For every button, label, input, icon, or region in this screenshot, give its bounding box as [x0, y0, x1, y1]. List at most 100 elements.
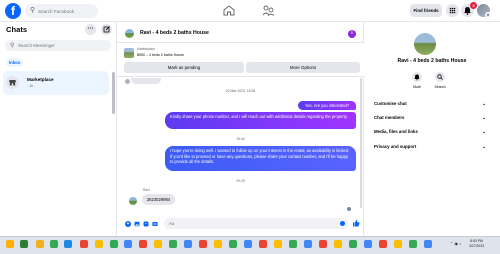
- chevron-down-icon: ⌄: [482, 144, 486, 149]
- conversation-avatar[interactable]: [125, 29, 134, 38]
- taskbar-app-icon[interactable]: [124, 240, 132, 248]
- taskbar-app-icon[interactable]: [229, 240, 237, 248]
- taskbar-app-icon[interactable]: [154, 240, 162, 248]
- chevron-down-icon: ⌄: [482, 115, 486, 120]
- taskbar-app-icon[interactable]: [289, 240, 297, 248]
- inbox-tab[interactable]: Inbox: [6, 58, 24, 67]
- chat-item-time: · 1h: [27, 84, 34, 88]
- more-options-button[interactable]: More Options: [246, 62, 360, 73]
- taskbar-app-icon[interactable]: [349, 240, 357, 248]
- taskbar-app-icon[interactable]: [409, 240, 417, 248]
- sent-message-bubble[interactable]: Kindly share your phone number, and I wi…: [165, 112, 356, 129]
- taskbar-app-icon[interactable]: [319, 240, 327, 248]
- more-options-icon[interactable]: ···: [85, 24, 96, 35]
- messenger-search-box[interactable]: ⚲: [5, 40, 111, 51]
- sent-message-bubble[interactable]: I hope you're doing well. I wanted to fo…: [165, 146, 356, 171]
- emoji-icon[interactable]: [340, 221, 345, 226]
- taskbar-clock[interactable]: 8:53 PM 3/27/2023: [469, 239, 484, 248]
- groups-icon[interactable]: [262, 5, 275, 16]
- account-caret-icon[interactable]: ▾: [485, 12, 491, 18]
- taskbar-app-icon[interactable]: [184, 240, 192, 248]
- new-message-icon[interactable]: [101, 24, 112, 35]
- taskbar-app-icon[interactable]: [334, 240, 342, 248]
- taskbar-app-icon[interactable]: [199, 240, 207, 248]
- sender-avatar[interactable]: [129, 197, 137, 205]
- photo-icon[interactable]: [134, 221, 140, 227]
- section-label: Media, files and links: [374, 129, 418, 134]
- taskbar-app-icon[interactable]: [36, 240, 44, 248]
- facebook-search-box[interactable]: ⚲: [25, 4, 98, 18]
- home-icon[interactable]: [223, 5, 235, 16]
- customise-chat-section[interactable]: Customise chat ⌄: [374, 99, 486, 108]
- received-message-bubble[interactable]: 2623029984: [142, 194, 175, 205]
- message-timestamp: 15:44: [236, 137, 245, 141]
- section-label: Privacy and support: [374, 144, 417, 149]
- marketplace-store-icon: [6, 76, 19, 89]
- chevron-down-icon: ⌄: [482, 101, 486, 106]
- sticker-icon[interactable]: [143, 221, 149, 227]
- plus-icon[interactable]: +: [125, 221, 131, 227]
- conversation-scrollbar[interactable]: [360, 78, 362, 208]
- taskbar-app-icon[interactable]: [394, 240, 402, 248]
- menu-grid-icon[interactable]: [446, 4, 459, 17]
- taskbar-app-icon[interactable]: [110, 240, 118, 248]
- taskbar-app-icon[interactable]: [20, 240, 28, 248]
- chats-scrollbar[interactable]: [112, 72, 115, 114]
- gif-icon[interactable]: [152, 221, 158, 227]
- taskbar-app-icon[interactable]: [80, 240, 88, 248]
- conversation-info-icon[interactable]: i: [348, 30, 356, 38]
- message-input[interactable]: [169, 218, 334, 229]
- taskbar-app-icon[interactable]: [364, 240, 372, 248]
- chat-members-section[interactable]: Chat members ⌄: [374, 113, 486, 122]
- taskbar-app-icon[interactable]: [259, 240, 267, 248]
- clock-date: 3/27/2023: [469, 243, 485, 248]
- chat-item-name: Marketplace: [27, 77, 54, 82]
- message-timestamp: 20:25: [236, 179, 245, 183]
- sender-avatar: [125, 79, 130, 84]
- find-friends-button[interactable]: Find friends: [410, 4, 442, 17]
- taskbar-app-icon[interactable]: [6, 240, 14, 248]
- taskbar-app-icon[interactable]: [214, 240, 222, 248]
- taskbar-app-icon[interactable]: [274, 240, 282, 248]
- taskbar-app-icon[interactable]: [139, 240, 147, 248]
- marketplace-label: Marketplace: [137, 47, 155, 51]
- taskbar-app-icon[interactable]: [304, 240, 312, 248]
- privacy-support-section[interactable]: Privacy and support ⌄: [374, 142, 486, 151]
- sent-message-bubble[interactable]: Yes. Are you interested?: [298, 101, 356, 110]
- message-input-box[interactable]: [164, 218, 348, 229]
- taskbar-app-icon[interactable]: [169, 240, 177, 248]
- media-files-links-section[interactable]: Media, files and links ⌄: [374, 127, 486, 136]
- search-icon: ⚲: [10, 42, 15, 49]
- section-label: Customise chat: [374, 101, 407, 106]
- listing-price-title[interactable]: $950 – 4 beds 2 baths House: [137, 53, 184, 57]
- chats-title: Chats: [6, 25, 28, 34]
- facebook-search-input[interactable]: [38, 4, 96, 18]
- message-timestamp: 20 Mar 2023, 15:28: [225, 89, 256, 93]
- taskbar-app-icon[interactable]: [244, 240, 252, 248]
- search-icon: ⚲: [30, 7, 36, 14]
- taskbar-app-icon[interactable]: [424, 240, 432, 248]
- mark-as-pending-button[interactable]: Mark as pending: [124, 62, 244, 73]
- seen-indicator-avatar: [347, 207, 351, 211]
- thumbs-up-icon[interactable]: [352, 219, 360, 229]
- section-label: Chat members: [374, 115, 405, 120]
- search-label: Search: [434, 85, 446, 89]
- taskbar-app-icon[interactable]: [50, 240, 58, 248]
- listing-thumbnail[interactable]: [124, 48, 134, 58]
- clock-time: 8:53 PM: [470, 239, 483, 243]
- messenger-search-input[interactable]: [18, 40, 108, 51]
- taskbar-app-icon[interactable]: [379, 240, 387, 248]
- chevron-down-icon: ⌄: [482, 129, 486, 134]
- taskbar-app-icon[interactable]: [95, 240, 103, 248]
- taskbar-app-icon[interactable]: [64, 240, 72, 248]
- facebook-logo-icon[interactable]: f: [5, 3, 21, 19]
- mute-bell-icon[interactable]: [412, 72, 422, 82]
- sender-name-label: Ravi: [143, 188, 150, 192]
- mute-label: Mute: [413, 85, 421, 89]
- search-icon[interactable]: [435, 72, 445, 82]
- system-tray-icons[interactable]: ⌃ ◉ ♪: [450, 241, 461, 246]
- conversation-title[interactable]: Ravi - 4 beds 2 baths House: [140, 30, 209, 36]
- details-avatar[interactable]: [414, 33, 436, 55]
- details-name: Ravi - 4 beds 2 baths House: [397, 58, 467, 64]
- chats-sidebar: [0, 22, 117, 236]
